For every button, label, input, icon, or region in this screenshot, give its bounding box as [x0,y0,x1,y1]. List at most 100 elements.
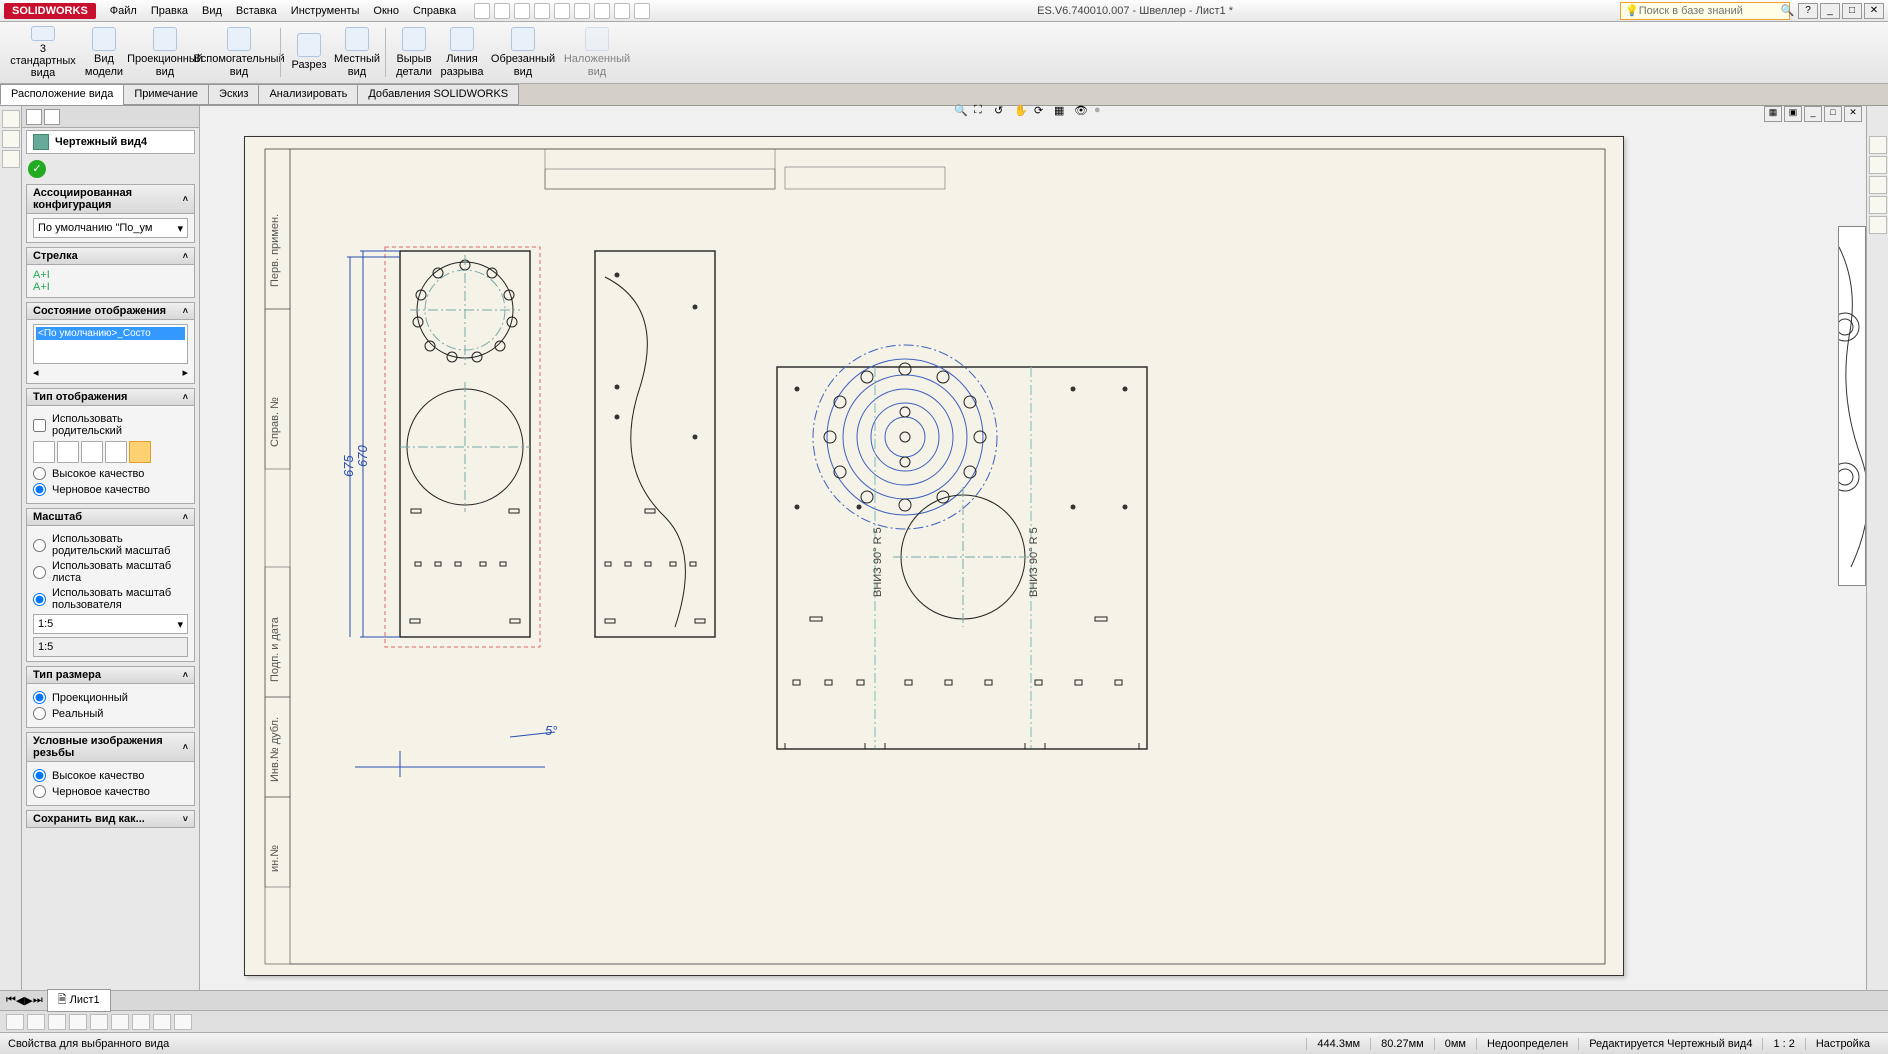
rt-5-icon[interactable] [1869,216,1887,234]
sheet-nav-last-icon[interactable]: ⏭ [33,994,43,1007]
radio-parent-scale[interactable]: Использовать родительский масштаб [33,533,188,557]
lt-3-icon[interactable] [2,150,20,168]
sect-thread[interactable]: Условные изображения резьбы˄ [26,732,195,762]
cmd-projected-view[interactable]: Проекционный вид [128,24,202,81]
qat-rebuild-icon[interactable] [594,3,610,19]
zoom-fit-icon[interactable]: 🔍 [954,104,972,122]
pan-icon[interactable]: ✋ [1014,104,1032,122]
status-config[interactable]: Настройка [1805,1038,1880,1050]
bt-7-icon[interactable] [132,1014,150,1030]
menu-insert[interactable]: Вставка [230,3,283,19]
scale-combo[interactable]: 1:5▾ [33,614,188,634]
radio-thread-draft[interactable]: Черновое качество [33,785,188,798]
sheet-tab-1[interactable]: 🗎 Лист1 [47,989,111,1012]
scroll-left-icon[interactable]: ◂ [33,366,39,379]
cmd-alternate-view[interactable]: Наложенный вид [560,24,634,81]
cmd-aux-view[interactable]: Вспомогательный вид [202,24,276,81]
pm-tab-feature-icon[interactable] [26,109,42,125]
tab-view-layout[interactable]: Расположение вида [0,84,124,105]
mdi-tile-icon[interactable]: ▦ [1764,106,1782,122]
rt-3-icon[interactable] [1869,176,1887,194]
sect-display-state[interactable]: Состояние отображения˄ [26,302,195,320]
menu-tools[interactable]: Инструменты [285,3,366,19]
cmd-3-std-views[interactable]: 3 стандартных вида [6,24,80,81]
qat-options-icon[interactable] [614,3,630,19]
cmd-break-line[interactable]: Линия разрыва [438,24,486,81]
zoom-area-icon[interactable]: ⛶ [974,104,992,122]
tab-addins[interactable]: Добавления SOLIDWORKS [357,84,519,105]
style-hlr-icon[interactable] [81,441,103,463]
radio-high-quality[interactable]: Высокое качество [33,467,188,480]
radio-real[interactable]: Реальный [33,707,188,720]
cmd-crop-view[interactable]: Обрезанный вид [486,24,560,81]
radio-draft-quality[interactable]: Черновое качество [33,483,188,496]
qat-open-icon[interactable] [494,3,510,19]
qat-extra-icon[interactable] [634,3,650,19]
style-hlv-icon[interactable] [57,441,79,463]
hide-show-icon[interactable]: 👁 [1074,104,1092,122]
rt-2-icon[interactable] [1869,156,1887,174]
sect-display-type[interactable]: Тип отображения˄ [26,388,195,406]
cmd-model-view[interactable]: Вид модели [80,24,128,81]
scale-custom-input[interactable]: 1:5 [33,637,188,657]
scroll-right-icon[interactable]: ▸ [182,366,188,379]
radio-thread-hq[interactable]: Высокое качество [33,769,188,782]
sect-arrow[interactable]: Стрелка˄ [26,247,195,265]
rotate-icon[interactable]: ⟳ [1034,104,1052,122]
sect-dim-type[interactable]: Тип размера˄ [26,666,195,684]
display-state-list[interactable]: <По умолчанию>_Состо [33,324,188,364]
mdi-close-icon[interactable]: ✕ [1844,106,1862,122]
use-parent-check[interactable]: Использовать родительский [33,413,188,437]
zoom-prev-icon[interactable]: ↺ [994,104,1012,122]
sect-scale[interactable]: Масштаб˄ [26,508,195,526]
menu-view[interactable]: Вид [196,3,228,19]
drawing-view-flat[interactable]: ВНИЗ 90° R 5 ВНИЗ 90° R 5 [777,345,1147,749]
sheet-nav-first-icon[interactable]: ⏮ [6,994,16,1007]
qat-undo-icon[interactable] [554,3,570,19]
bt-4-icon[interactable] [69,1014,87,1030]
cmd-section-view[interactable]: Разрез [285,24,333,81]
lt-1-icon[interactable] [2,110,20,128]
rt-4-icon[interactable] [1869,196,1887,214]
search-field[interactable] [1639,5,1781,17]
help-button[interactable]: ? [1798,3,1818,19]
menu-edit[interactable]: Правка [145,3,194,19]
drawing-view-side[interactable] [595,251,715,637]
pm-ok-button[interactable]: ✓ [28,160,46,178]
tab-analyze[interactable]: Анализировать [258,84,358,105]
bt-3-icon[interactable] [48,1014,66,1030]
tab-sketch[interactable]: Эскиз [208,84,259,105]
drawing-canvas[interactable]: 🔍 ⛶ ↺ ✋ ⟳ ▦ 👁 ● ▦ ▣ _ □ ✕ Перв. примен. … [200,106,1866,990]
qat-new-icon[interactable] [474,3,490,19]
bt-8-icon[interactable] [153,1014,171,1030]
qat-print-icon[interactable] [534,3,550,19]
sheet-nav-prev-icon[interactable]: ◀ [16,994,24,1007]
mdi-max-icon[interactable]: □ [1824,106,1842,122]
close-button[interactable]: ✕ [1864,3,1884,19]
radio-projected[interactable]: Проекционный [33,691,188,704]
menu-window[interactable]: Окно [367,3,405,19]
tab-annotation[interactable]: Примечание [123,84,209,105]
bt-6-icon[interactable] [111,1014,129,1030]
display-style-icon[interactable]: ▦ [1054,104,1072,122]
sect-save-as[interactable]: Сохранить вид как...˅ [26,810,195,828]
mdi-cascade-icon[interactable]: ▣ [1784,106,1802,122]
bt-5-icon[interactable] [90,1014,108,1030]
maximize-button[interactable]: □ [1842,3,1862,19]
radio-sheet-scale[interactable]: Использовать масштаб листа [33,560,188,584]
cmd-broken-out[interactable]: Вырыв детали [390,24,438,81]
cmd-detail-view[interactable]: Местный вид [333,24,381,81]
rt-1-icon[interactable] [1869,136,1887,154]
pm-tab-property-icon[interactable] [44,109,60,125]
qat-save-icon[interactable] [514,3,530,19]
radio-user-scale[interactable]: Использовать масштаб пользователя [33,587,188,611]
appearance-icon[interactable]: ● [1094,104,1112,122]
lt-2-icon[interactable] [2,130,20,148]
bt-2-icon[interactable] [27,1014,45,1030]
bt-9-icon[interactable] [174,1014,192,1030]
sheet-nav-next-icon[interactable]: ▶ [24,994,32,1007]
mdi-min-icon[interactable]: _ [1804,106,1822,122]
style-shade-edge-icon[interactable] [105,441,127,463]
drawing-view-4[interactable]: 670 675 [341,247,540,647]
style-shaded-icon[interactable] [129,441,151,463]
